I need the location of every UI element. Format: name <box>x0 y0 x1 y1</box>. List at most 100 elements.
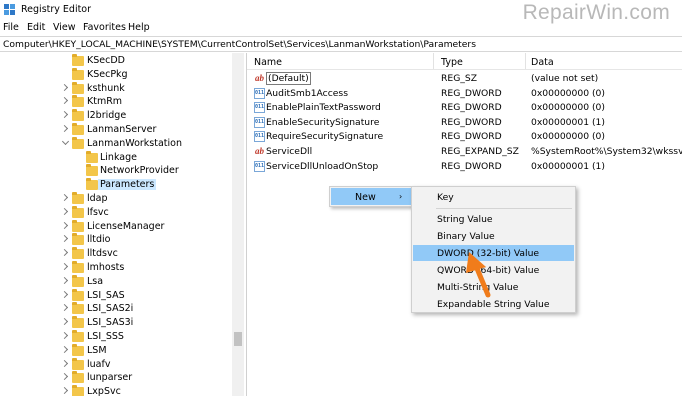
value-type: REG_EXPAND_SZ <box>441 146 519 157</box>
tree-item[interactable]: NetworkProvider <box>0 164 232 178</box>
submenu-item-expandable-string-value[interactable]: Expandable String Value <box>413 296 574 312</box>
tree-item-label: LanmanWorkstation <box>87 137 182 149</box>
chevron-icon[interactable] <box>61 346 70 355</box>
column-header-name[interactable]: Name <box>254 57 282 68</box>
tree-scrollbar[interactable] <box>232 53 244 396</box>
tree-item[interactable]: KSecDD <box>0 54 232 68</box>
submenu-item-label: Binary Value <box>437 231 495 242</box>
address-bar[interactable]: Computer\HKEY_LOCAL_MACHINE\SYSTEM\Curre… <box>0 36 682 52</box>
value-row[interactable]: ab (Default) REG_SZ (value not set) <box>247 72 682 86</box>
folder-icon <box>72 109 84 122</box>
tree-item[interactable]: LSI_SAS <box>0 288 232 303</box>
tree-item[interactable]: lmhosts <box>0 261 232 275</box>
submenu-item-binary-value[interactable]: Binary Value <box>413 228 574 244</box>
tree-item[interactable]: l2bridge <box>0 109 232 123</box>
chevron-icon[interactable] <box>61 318 70 327</box>
chevron-icon[interactable] <box>61 360 70 369</box>
tree-scrollbar-thumb[interactable] <box>234 332 242 346</box>
menu-help[interactable]: Help <box>128 22 150 33</box>
chevron-icon[interactable] <box>61 111 70 120</box>
value-row[interactable]: 011 EnablePlainTextPassword REG_DWORD 0x000… <box>247 101 682 115</box>
tree-item[interactable]: Parameters <box>0 178 232 192</box>
tree-item[interactable]: LSM <box>0 343 232 358</box>
tree-item-label: lfsvc <box>87 206 109 218</box>
tree-item[interactable]: LSI_SAS2i <box>0 302 232 316</box>
submenu-item-dword-value[interactable]: DWORD (32-bit) Value <box>413 245 574 261</box>
chevron-icon[interactable] <box>61 139 70 148</box>
tree-item[interactable]: ksthunk <box>0 81 232 96</box>
column-header-data[interactable]: Data <box>531 57 554 68</box>
chevron-icon[interactable] <box>61 222 70 231</box>
tree-item[interactable]: Lsa <box>0 274 232 289</box>
folder-icon <box>72 67 84 80</box>
chevron-icon[interactable] <box>61 263 70 272</box>
tree-item[interactable]: LicenseManager <box>0 219 232 234</box>
value-row[interactable]: ab ServiceDll REG_EXPAND_SZ %SystemRoot%\Sy… <box>247 145 682 159</box>
menu-file[interactable]: File <box>3 22 19 33</box>
value-name: (Default) <box>266 72 311 85</box>
value-type: REG_DWORD <box>441 87 502 99</box>
value-row[interactable]: 011 RequireSecuritySignature REG_DWORD 0x00… <box>247 130 682 144</box>
folder-icon <box>72 219 84 232</box>
menu-view[interactable]: View <box>53 22 76 33</box>
folder-icon <box>72 192 84 204</box>
chevron-icon[interactable] <box>61 291 70 300</box>
tree-item-label: Linkage <box>100 151 137 163</box>
chevron-icon[interactable] <box>61 125 70 134</box>
tree-item-label: Lsa <box>87 275 104 287</box>
submenu-item-key[interactable]: Key <box>413 189 574 205</box>
chevron-icon[interactable] <box>61 249 70 258</box>
context-menu-new-item[interactable]: New › <box>331 188 411 205</box>
chevron-icon[interactable] <box>61 235 70 244</box>
tree-item[interactable]: LxpSvc <box>0 385 232 396</box>
submenu-arrow-icon: › <box>399 192 403 201</box>
value-type: REG_DWORD <box>441 102 502 114</box>
submenu-item-label: DWORD (32-bit) Value <box>437 248 540 259</box>
submenu-item-multi-string-value[interactable]: Multi-String Value <box>413 279 574 295</box>
tree-item[interactable]: LSI_SSS <box>0 330 232 344</box>
chevron-icon[interactable] <box>61 304 70 313</box>
value-data: 0x00000000 (0) <box>531 87 605 99</box>
header-divider <box>247 69 682 70</box>
tree-item[interactable]: LSI_SAS3i <box>0 316 232 330</box>
value-row[interactable]: 011 ServiceDllUnloadOnStop REG_DWORD 0x0000… <box>247 160 682 174</box>
tree-item-label: KtmRm <box>87 96 123 108</box>
tree-item[interactable]: ldap <box>0 192 232 206</box>
tree-item[interactable]: lfsvc <box>0 205 232 220</box>
tree-item[interactable]: Linkage <box>0 150 232 165</box>
chevron-icon[interactable] <box>61 332 70 341</box>
chevron-icon[interactable] <box>61 373 70 382</box>
chevron-icon[interactable] <box>61 387 70 396</box>
tree-item[interactable]: LanmanServer <box>0 123 232 137</box>
menu-favorites[interactable]: Favorites <box>83 22 126 33</box>
tree-item[interactable]: lunparser <box>0 371 232 385</box>
tree-item[interactable]: lltdsvc <box>0 247 232 261</box>
chevron-icon[interactable] <box>61 277 70 286</box>
column-header-type[interactable]: Type <box>441 57 463 68</box>
value-row[interactable]: 011 EnableSecuritySignature REG_DWORD 0x000… <box>247 116 682 130</box>
menu-edit[interactable]: Edit <box>27 22 45 33</box>
submenu-item-label: Key <box>437 192 454 203</box>
chevron-icon[interactable] <box>61 84 70 93</box>
address-path[interactable]: Computer\HKEY_LOCAL_MACHINE\SYSTEM\Curre… <box>3 39 476 50</box>
submenu-item-qword-value[interactable]: QWORD (64-bit) Value <box>413 262 574 278</box>
tree-item-label: lunparser <box>87 372 133 384</box>
value-row[interactable]: 011 AuditSmb1Access REG_DWORD 0x00000000 (0… <box>247 87 682 101</box>
column-divider[interactable] <box>433 53 434 69</box>
value-name: EnablePlainTextPassword <box>266 102 381 114</box>
dword-value-icon: 011 <box>254 131 265 143</box>
tree-item[interactable]: luafv <box>0 357 232 372</box>
chevron-icon[interactable] <box>61 208 70 217</box>
chevron-icon[interactable] <box>61 97 70 106</box>
tree-item-label: l2bridge <box>87 110 127 122</box>
tree-item-label: luafv <box>87 358 111 370</box>
tree-item[interactable]: LanmanWorkstation <box>0 136 232 151</box>
tree-item[interactable]: lltdio <box>0 233 232 247</box>
chevron-icon[interactable] <box>61 194 70 203</box>
tree-item[interactable]: KtmRm <box>0 95 232 109</box>
column-divider[interactable] <box>525 53 526 69</box>
tree-item[interactable]: KSecPkg <box>0 67 232 82</box>
submenu-item-string-value[interactable]: String Value <box>413 211 574 227</box>
key-tree[interactable]: KSecDD KSecPkg ksthunk KtmRm l2bridge LanmanS… <box>0 53 246 396</box>
tree-item-label: LicenseManager <box>87 220 165 232</box>
